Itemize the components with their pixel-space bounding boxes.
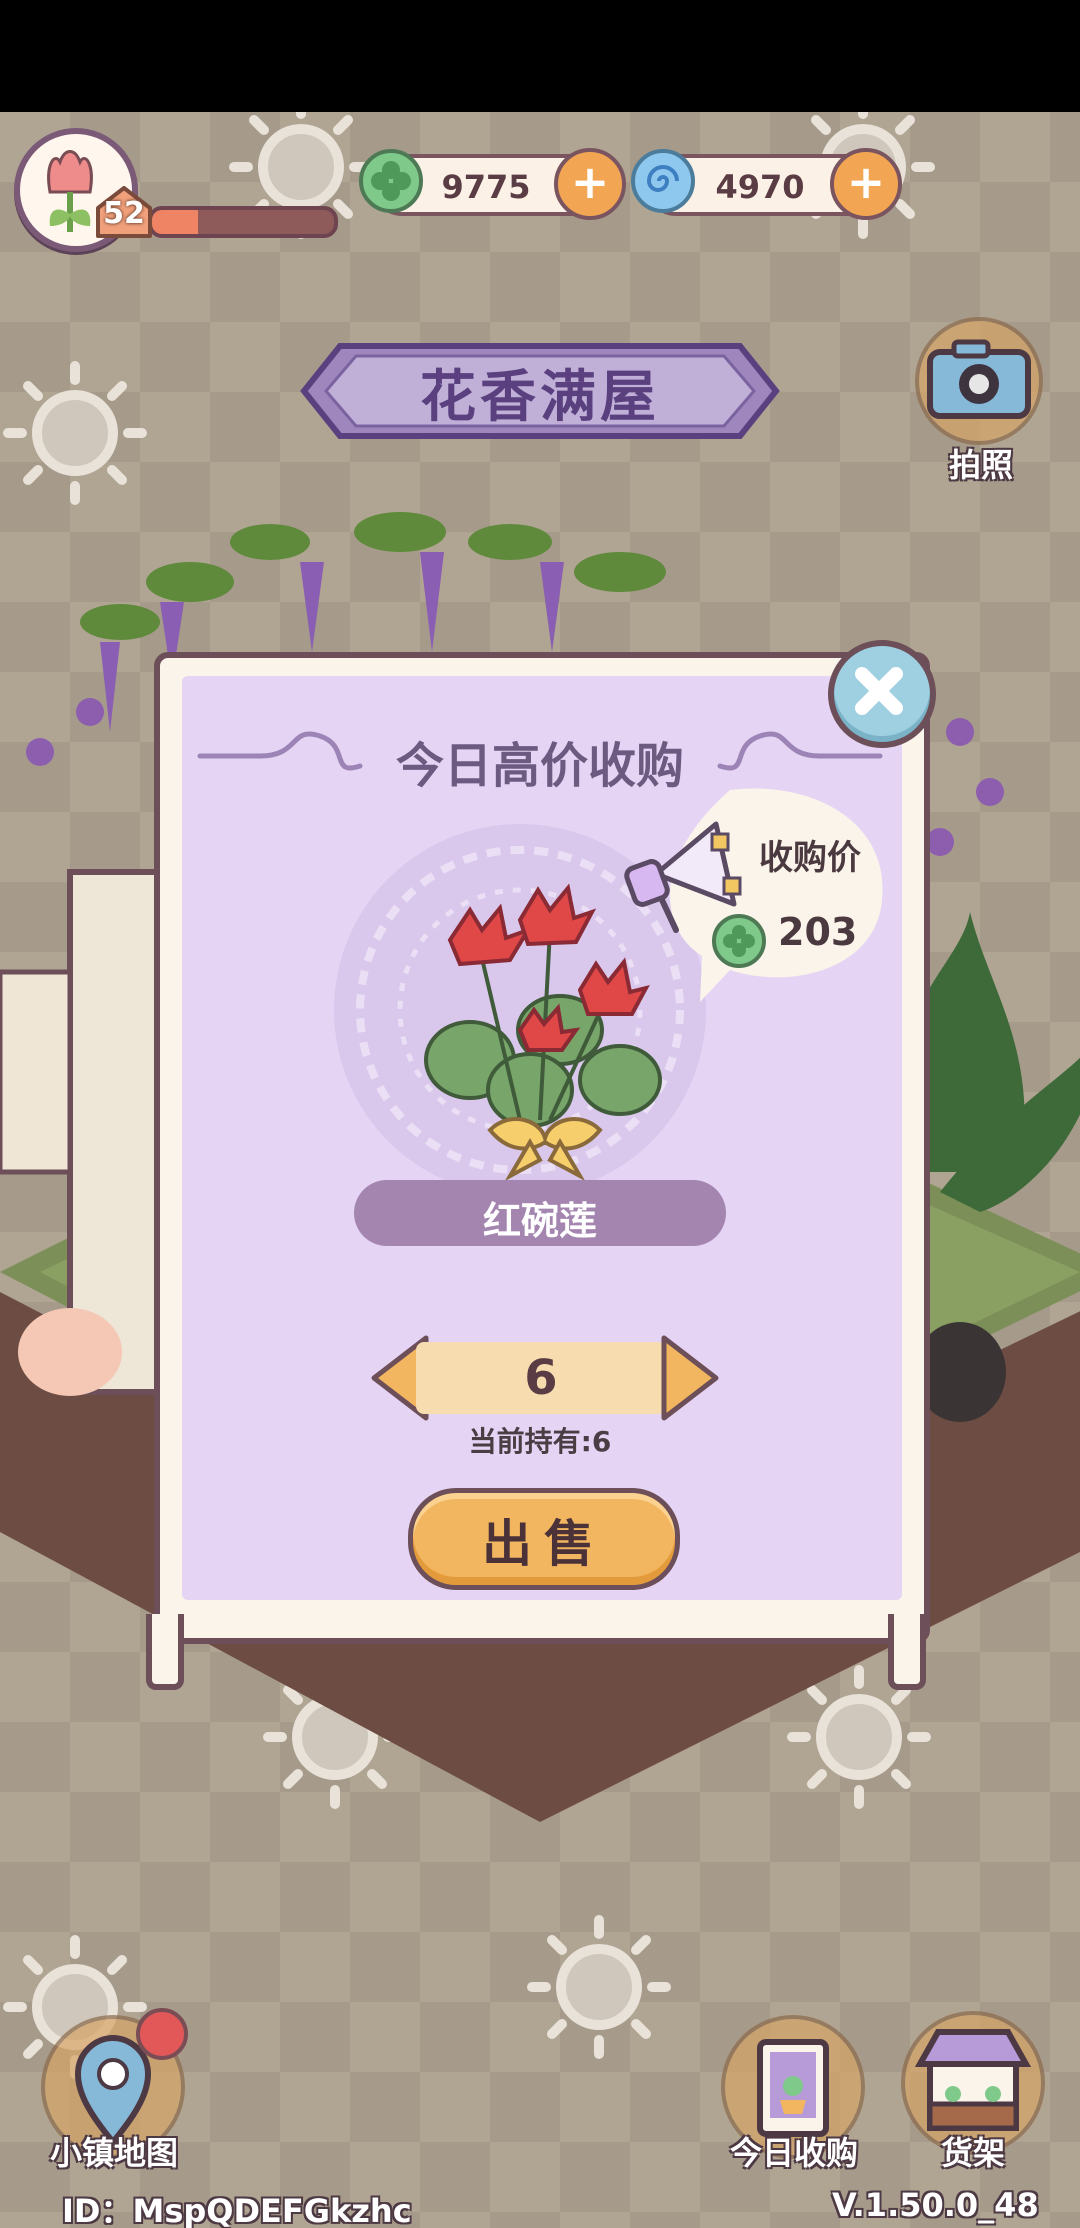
sell-button-label: 出售 [482,1515,606,1573]
location-title: 花香满屋 [420,365,660,430]
quantity-value: 6 [524,1350,558,1406]
purchase-price-label: 收购价 [759,838,861,878]
xp-progress-bar [148,206,338,238]
camera-icon[interactable] [906,316,1052,446]
current-holding-text: 当前持有:6 [468,1425,612,1458]
clover-coin-icon [712,914,766,968]
board-leg-left [146,1614,184,1690]
increase-arrow-icon[interactable] [658,1332,724,1424]
xp-progress-fill [152,210,198,234]
purchase-price-value: 203 [778,910,858,954]
sun-decoration [527,1915,671,2059]
add-clover-button[interactable]: + [554,148,626,220]
shelf-label: 货架 [940,2134,1005,2172]
clover-coin-icon [359,149,423,213]
today-purchase-label: 今日收购 [729,2134,858,2172]
add-gem-button[interactable]: + [830,148,902,220]
spiral-gem-icon [631,149,695,213]
notification-dot [136,2008,188,2060]
clover-currency-value: 9775 [441,168,531,206]
version-text: V.1.50.0_48 [832,2186,1039,2224]
board-leg-right [888,1614,926,1690]
camera-label: 拍照 [948,446,1013,484]
player-id: ID：MspQDEFGkzhc [62,2192,412,2228]
flower-name: 红碗莲 [482,1199,597,1243]
player-level: 52 [103,196,145,231]
town-map-label: 小镇地图 [49,2134,178,2172]
gem-currency-value: 4970 [715,168,805,206]
